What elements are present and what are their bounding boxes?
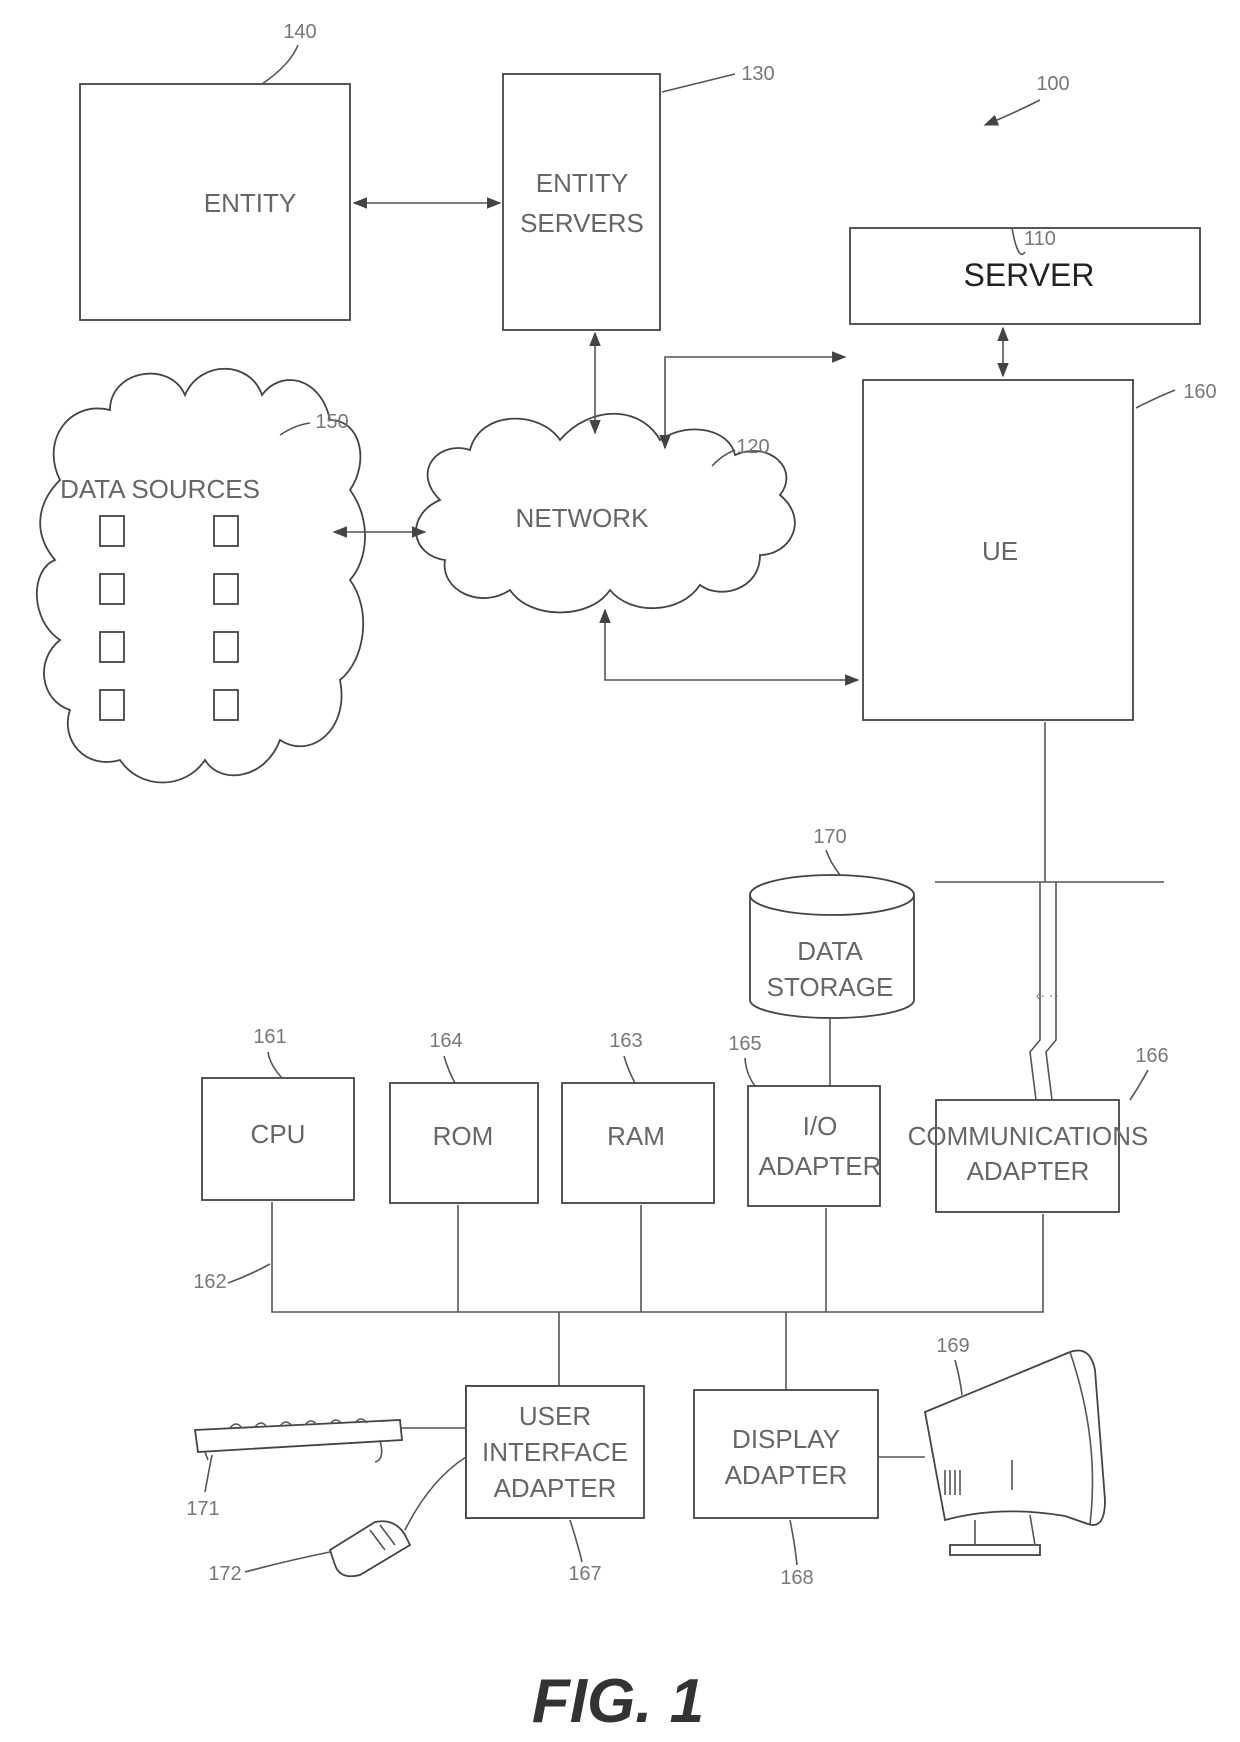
svg-text:162: 162 <box>193 1271 226 1293</box>
svg-text:169: 169 <box>936 1335 969 1357</box>
data-source-item <box>213 631 239 663</box>
rom-block: ROM 164 <box>389 1030 539 1204</box>
svg-text:NETWORK: NETWORK <box>516 503 650 533</box>
svg-text:STORAGE: STORAGE <box>767 972 894 1002</box>
system-ref-100: 100 <box>983 73 1070 126</box>
mouse-icon: 172 <box>208 1456 467 1585</box>
svg-text:I/O: I/O <box>803 1111 838 1141</box>
svg-text:UE: UE <box>982 536 1018 566</box>
svg-text:160: 160 <box>1183 381 1216 403</box>
svg-text:100: 100 <box>1036 73 1069 95</box>
svg-text:COMMUNICATIONS: COMMUNICATIONS <box>908 1121 1149 1151</box>
svg-text:SERVER: SERVER <box>963 257 1094 293</box>
svg-text:130: 130 <box>741 63 774 85</box>
system-bus: 162 <box>193 1202 1044 1390</box>
svg-text:RAM: RAM <box>607 1121 665 1151</box>
figure-caption: FIG. 1 <box>532 1667 704 1736</box>
user-interface-adapter-block: USER INTERFACE ADAPTER 167 <box>465 1385 645 1585</box>
svg-text:140: 140 <box>283 21 316 43</box>
svg-text:120: 120 <box>736 436 769 458</box>
server-block: SERVER 110 <box>849 227 1201 325</box>
network-cloud: NETWORK 120 <box>415 412 796 614</box>
svg-text:DATA: DATA <box>797 936 863 966</box>
svg-text:‹· ·›: ‹· ·› <box>1036 987 1059 1003</box>
svg-text:ADAPTER: ADAPTER <box>967 1156 1090 1186</box>
svg-text:164: 164 <box>429 1030 462 1052</box>
svg-text:166: 166 <box>1135 1045 1168 1067</box>
svg-text:DISPLAY: DISPLAY <box>732 1424 840 1454</box>
svg-text:ROM: ROM <box>433 1121 494 1151</box>
data-storage-cylinder: DATA STORAGE 170 <box>749 826 915 1086</box>
svg-text:167: 167 <box>568 1563 601 1585</box>
system-diagram: 100 ENTITY 140 ENTITY SERVERS 130 SERVER… <box>35 21 1217 1736</box>
data-source-item <box>213 689 239 721</box>
ue-comm-link: ‹· ·› <box>935 722 1164 1101</box>
svg-text:150: 150 <box>315 411 348 433</box>
svg-text:ADAPTER: ADAPTER <box>725 1460 848 1490</box>
entity-block: ENTITY 140 <box>79 21 351 321</box>
ue-block: UE 160 <box>862 379 1217 721</box>
data-source-item <box>99 689 125 721</box>
svg-text:172: 172 <box>208 1563 241 1585</box>
svg-text:ADAPTER: ADAPTER <box>759 1151 882 1181</box>
communications-adapter-block: COMMUNICATIONS ADAPTER 166 <box>908 1045 1169 1213</box>
data-source-item <box>213 573 239 605</box>
svg-text:SERVERS: SERVERS <box>520 208 644 238</box>
data-source-item <box>99 631 125 663</box>
display-adapter-block: DISPLAY ADAPTER 168 <box>693 1389 879 1589</box>
io-adapter-block: I/O ADAPTER 165 <box>728 1033 882 1207</box>
ram-block: RAM 163 <box>561 1030 715 1204</box>
svg-text:USER: USER <box>519 1401 591 1431</box>
svg-text:CPU: CPU <box>251 1119 306 1149</box>
svg-text:ADAPTER: ADAPTER <box>494 1473 617 1503</box>
monitor-icon: 169 <box>923 1335 1106 1556</box>
svg-text:161: 161 <box>253 1026 286 1048</box>
data-source-item <box>213 515 239 547</box>
data-sources-cloud: DATA SOURCES 150 <box>35 367 366 784</box>
svg-text:171: 171 <box>186 1498 219 1520</box>
svg-text:165: 165 <box>728 1033 761 1055</box>
entity-servers-block: ENTITY SERVERS 130 <box>502 63 775 331</box>
svg-text:ENTITY: ENTITY <box>536 168 628 198</box>
keyboard-icon: 171 <box>186 1418 466 1520</box>
cpu-block: CPU 161 <box>201 1026 355 1201</box>
network-ue-link <box>599 608 860 686</box>
svg-text:168: 168 <box>780 1567 813 1589</box>
svg-text:DATA SOURCES: DATA SOURCES <box>60 474 260 504</box>
svg-text:110: 110 <box>1024 228 1056 250</box>
data-source-item <box>99 515 125 547</box>
svg-text:163: 163 <box>609 1030 642 1052</box>
svg-text:170: 170 <box>813 826 846 848</box>
data-source-item <box>99 573 125 605</box>
svg-text:INTERFACE: INTERFACE <box>482 1437 628 1467</box>
svg-text:ENTITY: ENTITY <box>204 188 296 218</box>
